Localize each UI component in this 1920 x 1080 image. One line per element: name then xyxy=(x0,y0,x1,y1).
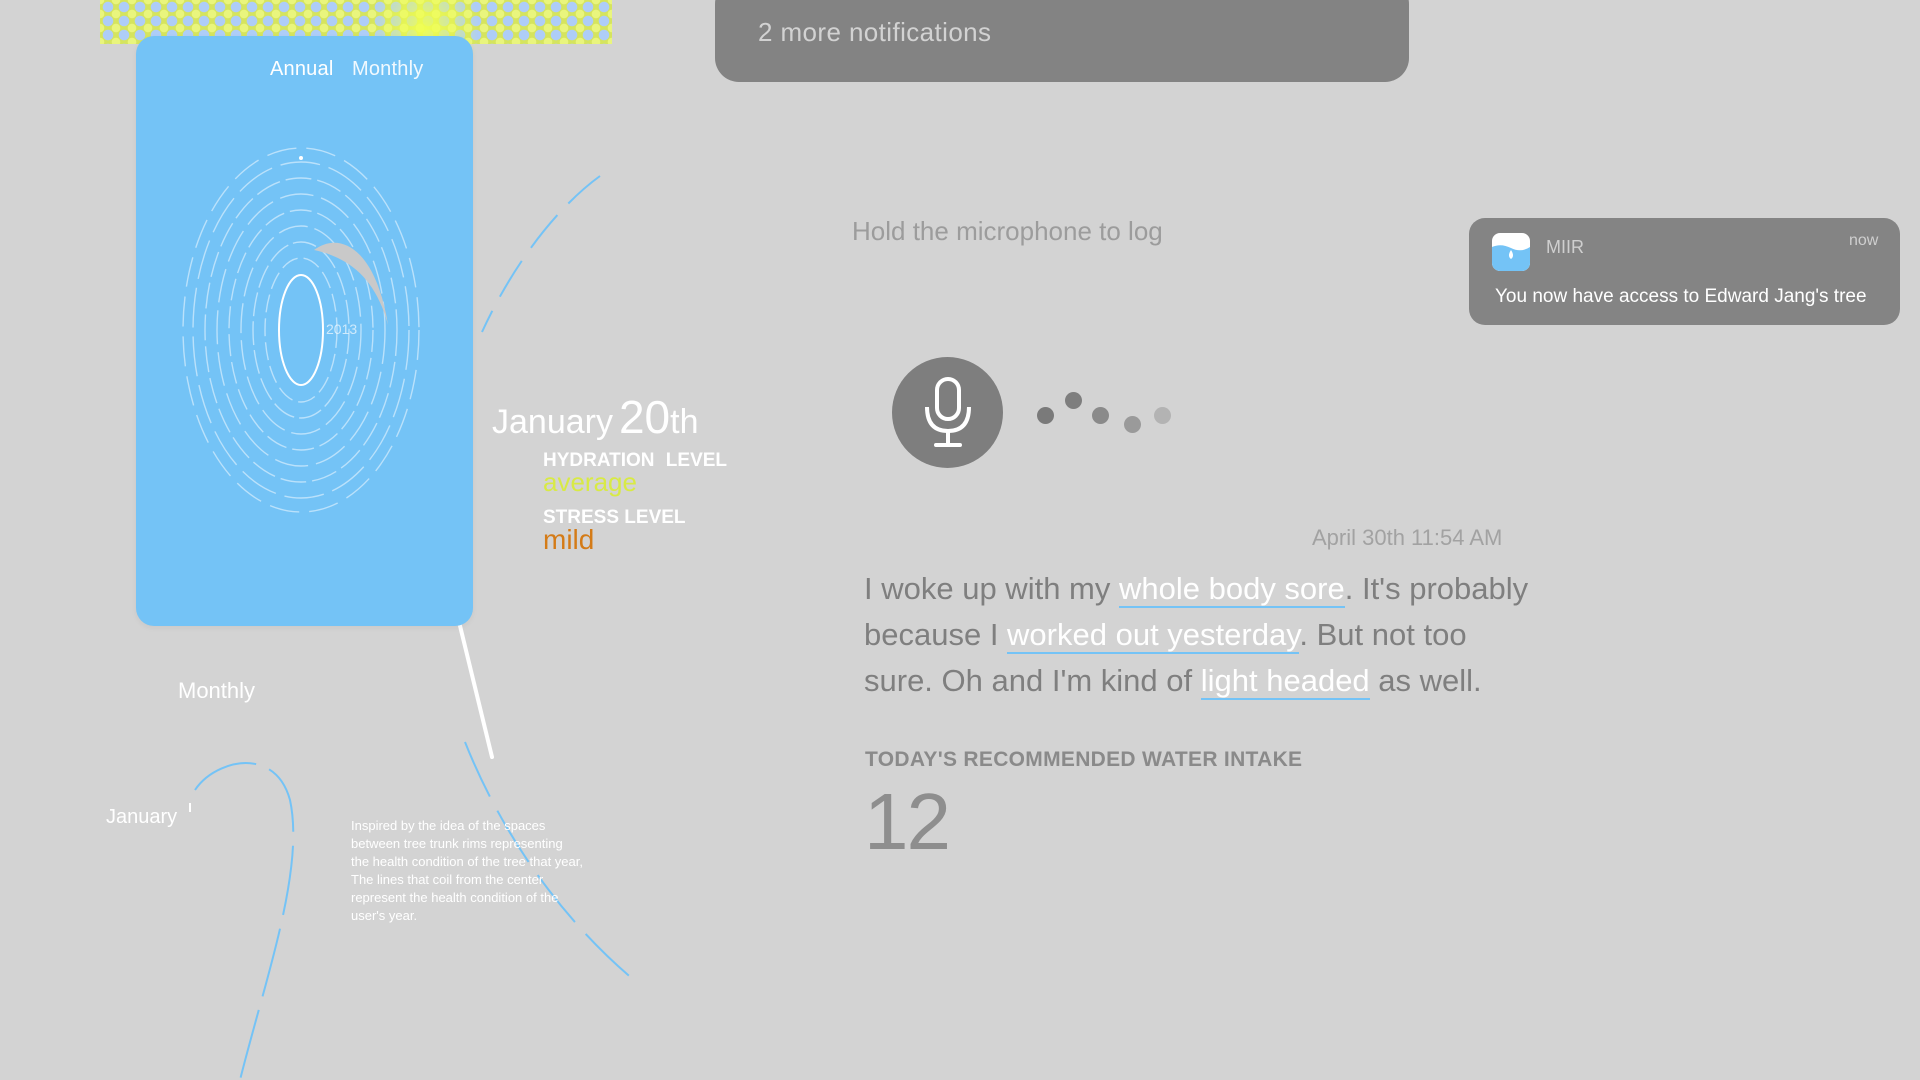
stress-value: mild xyxy=(543,524,595,555)
notification-toast[interactable] xyxy=(1469,218,1900,325)
more-notifications-text: 2 more notifications xyxy=(758,17,992,47)
gray-swoosh xyxy=(314,242,388,325)
date-suffix: th xyxy=(670,403,699,441)
wave-dot xyxy=(1037,407,1054,424)
dashed-arc-upper xyxy=(481,175,601,333)
water-intake-value: 12 xyxy=(864,777,951,866)
water-intake-label: TODAY'S RECOMMENDED WATER INTAKE xyxy=(865,748,1303,771)
voice-transcript: I woke up with my whole body sore. It's … xyxy=(864,566,1544,704)
month-label-january[interactable]: January xyxy=(106,806,177,829)
wave-dot xyxy=(1124,416,1141,433)
monthly-view-label[interactable]: Monthly xyxy=(178,678,255,704)
concept-caption: Inspired by the idea of the spaces betwe… xyxy=(351,818,583,923)
wave-dot xyxy=(1092,407,1109,424)
date-month: January xyxy=(492,403,613,441)
water-drop-app-icon xyxy=(1492,233,1530,271)
symptom-tag-worked-out[interactable]: worked out yesterday xyxy=(1007,617,1300,654)
fingerprint-year-label: 2013 xyxy=(326,321,358,337)
listening-indicator xyxy=(1030,385,1180,445)
transcript-text: I woke up with my xyxy=(864,571,1119,606)
microphone-hint: Hold the microphone to log xyxy=(852,216,1163,246)
hydration-value: average xyxy=(543,467,637,497)
tab-annual[interactable]: Annual xyxy=(270,58,333,81)
log-timestamp: April 30th 11:54 AM xyxy=(1312,525,1503,550)
transcript-text: as well. xyxy=(1369,663,1482,698)
microphone-button[interactable] xyxy=(892,357,1003,468)
selected-date: January 20th xyxy=(492,390,699,444)
wave-dot xyxy=(1065,392,1082,409)
symptom-tag-light-headed[interactable]: light headed xyxy=(1200,663,1370,700)
tab-monthly[interactable]: Monthly xyxy=(352,58,423,81)
date-day: 20 xyxy=(618,391,671,443)
symptom-tag-body-sore[interactable]: whole body sore xyxy=(1118,571,1345,608)
notification-app-name: MIIR xyxy=(1546,237,1584,257)
notification-time: now xyxy=(1849,232,1879,249)
notification-message: You now have access to Edward Jang's tre… xyxy=(1495,286,1867,307)
dashed-arc-left xyxy=(194,762,295,1080)
microphone-icon xyxy=(925,377,971,447)
wave-dot xyxy=(1154,407,1171,424)
fingerprint-tree-rings xyxy=(182,147,420,513)
